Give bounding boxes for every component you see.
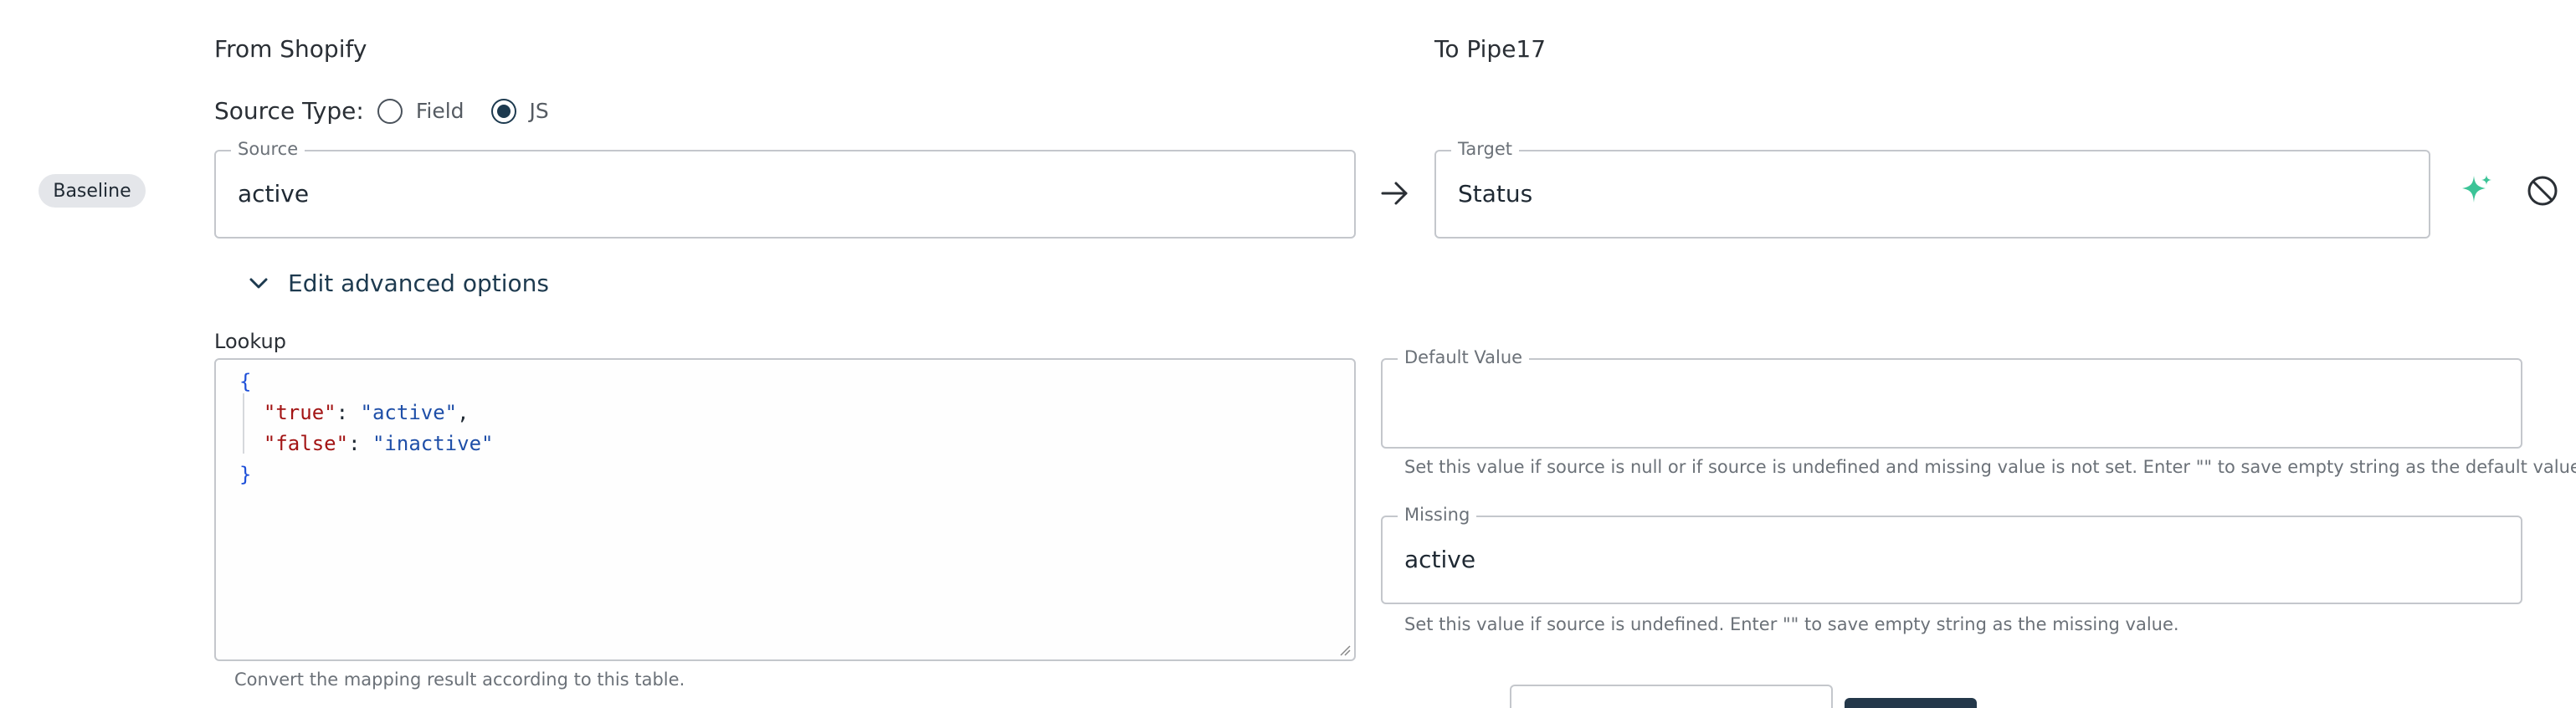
lookup-open-brace: {: [239, 370, 252, 393]
lookup-close-brace: }: [239, 463, 252, 486]
target-value: Status: [1458, 180, 1533, 208]
radio-field[interactable]: [377, 98, 403, 124]
advanced-options-label: Edit advanced options: [288, 269, 549, 297]
radio-option-field[interactable]: Field: [364, 98, 464, 124]
block-icon[interactable]: [2526, 174, 2559, 208]
source-field[interactable]: Source active: [214, 139, 1356, 239]
sparkle-icon[interactable]: [2457, 172, 2494, 209]
resize-handle-icon[interactable]: [1339, 644, 1351, 656]
lookup-label: Lookup: [214, 330, 286, 353]
radio-js-label: JS: [529, 99, 549, 123]
source-type-group: Source Type: Field JS: [214, 97, 549, 125]
arrow-right-icon: [1379, 177, 1411, 209]
lookup-key: "true": [263, 401, 336, 424]
radio-js[interactable]: [490, 98, 516, 124]
lookup-value: "inactive": [372, 432, 494, 455]
missing-helper: Set this value if source is undefined. E…: [1404, 614, 2179, 634]
default-value-legend: Default Value: [1398, 347, 1530, 367]
from-header: From Shopify: [214, 35, 367, 63]
to-header: To Pipe17: [1434, 35, 1547, 63]
missing-field[interactable]: Missing active: [1381, 505, 2522, 604]
lookup-helper: Convert the mapping result according to …: [234, 670, 685, 690]
source-legend: Source: [231, 139, 305, 159]
secondary-button[interactable]: [1510, 685, 1833, 708]
default-value-field[interactable]: Default Value: [1381, 347, 2522, 449]
lookup-value: "active": [360, 401, 458, 424]
chevron-down-icon: [249, 278, 268, 288]
lookup-editor[interactable]: { "true": "active", "false": "inactive" …: [214, 358, 1356, 661]
radio-option-js[interactable]: JS: [478, 98, 549, 124]
source-type-label: Source Type:: [214, 97, 364, 125]
primary-button[interactable]: [1845, 698, 1977, 708]
radio-field-label: Field: [415, 99, 464, 123]
missing-value: active: [1404, 546, 1476, 573]
missing-legend: Missing: [1398, 505, 1477, 525]
lookup-code: { "true": "active", "false": "inactive" …: [239, 370, 494, 486]
source-value: active: [238, 180, 310, 208]
advanced-options-toggle[interactable]: Edit advanced options: [246, 269, 549, 297]
baseline-chip: Baseline: [38, 174, 146, 208]
lookup-key: "false": [263, 432, 349, 455]
default-value-helper: Set this value if source is null or if s…: [1404, 457, 2576, 477]
target-legend: Target: [1451, 139, 1519, 159]
target-field[interactable]: Target Status: [1434, 139, 2430, 239]
